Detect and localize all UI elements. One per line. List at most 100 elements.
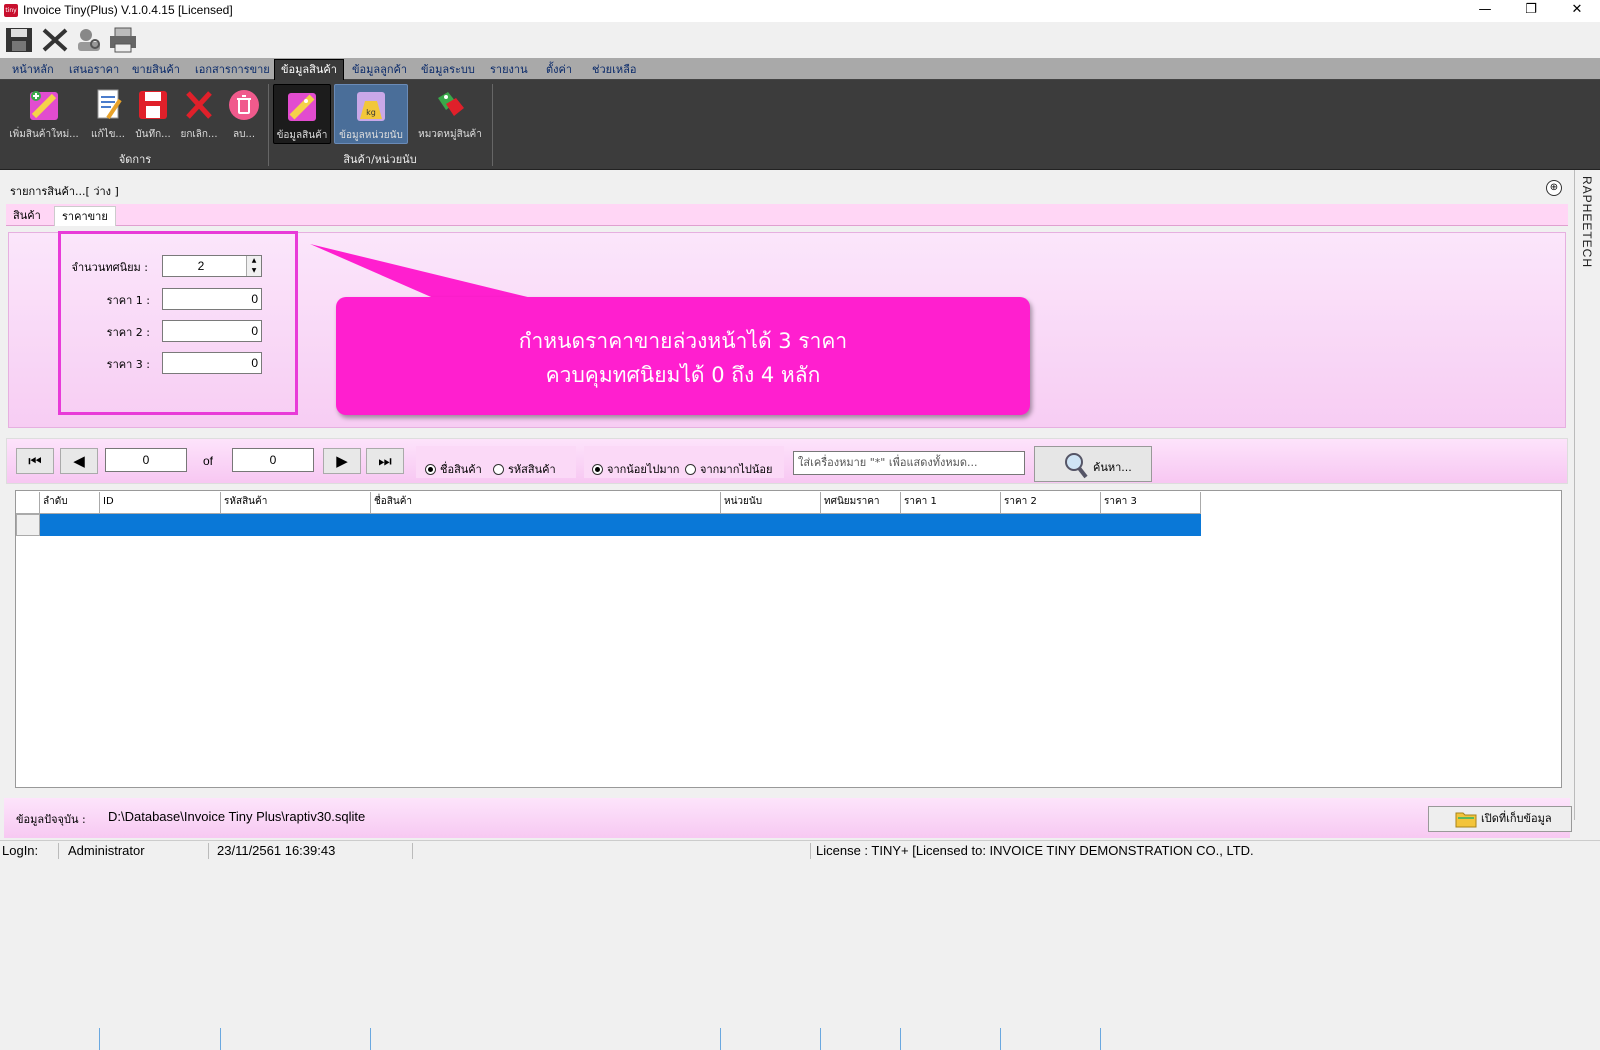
tab-product[interactable]: สินค้า (6, 206, 48, 226)
product-tag-icon (288, 93, 316, 121)
tab-system-data[interactable]: ข้อมูลระบบ (415, 60, 481, 80)
tab-sales-documents[interactable]: เอกสารการขาย (189, 60, 276, 80)
grid-cell[interactable] (1101, 1028, 1201, 1050)
row-header[interactable] (16, 514, 40, 536)
tab-selling-price[interactable]: ราคาขาย (54, 206, 116, 226)
column-header-unit[interactable]: หน่วยนับ (721, 492, 821, 514)
maximize-button[interactable]: ❐ (1508, 0, 1554, 22)
database-info-bar: ข้อมูลปัจจุบัน : D:\Database\Invoice Tin… (4, 798, 1570, 838)
callout-line1: กำหนดราคาขายล่วงหน้าได้ 3 ราคา (518, 329, 848, 353)
save-record-button[interactable]: บันทึก... (132, 84, 174, 144)
side-rail: RAPHEETECH (1574, 170, 1600, 820)
grid-cell[interactable] (371, 1028, 721, 1050)
page-number-input[interactable]: 0 (105, 448, 187, 472)
grid-cell[interactable] (901, 1028, 1001, 1050)
tab-home[interactable]: หน้าหลัก (6, 60, 60, 80)
tab-sales[interactable]: ขายสินค้า (126, 60, 186, 80)
radio-dot-icon (685, 464, 696, 475)
logged-in-user: Administrator (68, 843, 145, 858)
tab-help[interactable]: ช่วยเหลือ (586, 60, 642, 80)
status-bar: LogIn: Administrator 23/11/2561 16:39:43… (0, 840, 1600, 860)
save-icon[interactable] (4, 26, 34, 54)
radio-dot-icon (493, 464, 504, 475)
tab-settings[interactable]: ตั้งค่า (540, 60, 578, 80)
radio-product-name[interactable]: ชื่อสินค้า (425, 460, 482, 478)
spin-up-icon[interactable]: ▲ (247, 256, 261, 266)
trash-icon (229, 90, 259, 120)
product-category-button[interactable]: หมวดหมู่สินค้า (412, 84, 488, 144)
radio-dot-icon (592, 464, 603, 475)
collapse-icon[interactable]: ⊕ (1546, 180, 1562, 196)
save-disk-icon (139, 91, 167, 119)
price3-field[interactable]: 0 (162, 352, 262, 374)
price2-label: ราคา 2 : (106, 326, 150, 339)
column-header-product-code[interactable]: รหัสสินค้า (221, 492, 371, 514)
column-header-price2[interactable]: ราคา 2 (1001, 492, 1101, 514)
price2-field[interactable]: 0 (162, 320, 262, 342)
ribbon-group-manage-label: จัดการ (118, 153, 152, 166)
quick-toolbar (0, 22, 1600, 58)
decimals-spin-buttons[interactable]: ▲ ▼ (246, 256, 261, 276)
magnifier-icon (1065, 453, 1088, 479)
first-record-icon[interactable]: ⏮ (16, 448, 54, 474)
tab-product-data[interactable]: ข้อมูลสินค้า (274, 59, 344, 80)
callout-line2: ควบคุมทศนิยมได้ 0 ถึง 4 หลัก (545, 363, 821, 387)
panel-header: รายการสินค้า...[ ว่าง ] (4, 178, 1570, 200)
ribbon: เพิ่มสินค้าใหม่... แก้ไข... บันทึก... ยก… (0, 80, 1600, 170)
column-header-price1[interactable]: ราคา 1 (901, 492, 1001, 514)
unit-data-button[interactable]: kg ข้อมูลหน่วยนับ (334, 84, 408, 144)
login-label: LogIn: (2, 843, 39, 858)
feature-callout: กำหนดราคาขายล่วงหน้าได้ 3 ราคา ควบคุมทศน… (336, 297, 1030, 415)
title-bar: tiny Invoice Tiny(Plus) V.1.0.4.15 [Lice… (0, 0, 1600, 22)
cancel-x-icon (186, 91, 212, 119)
ribbon-separator (492, 84, 493, 166)
grid-cell[interactable] (1001, 1028, 1101, 1050)
current-db-path: D:\Database\Invoice Tiny Plus\raptiv30.s… (108, 809, 366, 824)
app-logo-icon: tiny (4, 4, 18, 17)
spin-down-icon[interactable]: ▼ (247, 266, 261, 276)
radio-ascending[interactable]: จากน้อยไปมาก (592, 460, 679, 478)
table-row[interactable] (40, 514, 1201, 1050)
open-data-folder-button[interactable]: เปิดที่เก็บข้อมูล (1428, 806, 1572, 832)
radio-product-code[interactable]: รหัสสินค้า (493, 460, 556, 478)
close-button[interactable]: ✕ (1554, 0, 1600, 22)
delete-button[interactable]: ลบ... (224, 84, 264, 144)
column-header-price-decimals[interactable]: ทศนิยมราคา (821, 492, 901, 514)
grid-cell[interactable] (821, 1028, 901, 1050)
add-product-icon (30, 91, 58, 120)
edit-button[interactable]: แก้ไข... (88, 84, 128, 144)
price1-field[interactable]: 0 (162, 288, 262, 310)
tab-customer-data[interactable]: ข้อมูลลูกค้า (346, 60, 413, 80)
status-separator (412, 843, 413, 859)
column-header-seq[interactable]: ลำดับ (40, 492, 100, 514)
total-pages-field: 0 (232, 448, 314, 472)
last-record-icon[interactable]: ⏭ (366, 448, 404, 474)
tab-reports[interactable]: รายงาน (484, 60, 534, 80)
grid-cell[interactable] (221, 1028, 371, 1050)
cancel-icon[interactable] (40, 26, 70, 54)
next-record-icon[interactable]: ▶ (323, 448, 361, 474)
search-button[interactable]: ค้นหา... (1034, 446, 1152, 482)
add-product-button[interactable]: เพิ่มสินค้าใหม่... (6, 84, 82, 144)
grid-cell[interactable] (721, 1028, 821, 1050)
grid-cell[interactable] (100, 1028, 221, 1050)
ribbon-separator (268, 84, 269, 166)
brand-vertical-text: RAPHEETECH (1580, 176, 1594, 269)
product-data-button[interactable]: ข้อมูลสินค้า (273, 84, 331, 144)
print-icon[interactable] (108, 26, 138, 54)
column-header-product-name[interactable]: ชื่อสินค้า (371, 492, 721, 514)
column-header-id[interactable]: ID (100, 492, 221, 514)
license-info: License : TINY+ [Licensed to: INVOICE TI… (816, 843, 1254, 858)
minimize-button[interactable]: — (1462, 0, 1508, 22)
tab-quotation[interactable]: เสนอราคา (63, 60, 125, 80)
search-input[interactable]: ใส่เครื่องหมาย "*" เพื่อแสดงทั้งหมด... (793, 451, 1025, 475)
radio-descending[interactable]: จากมากไปน้อย (685, 460, 772, 478)
user-search-icon[interactable] (74, 26, 104, 54)
column-header-price3[interactable]: ราคา 3 (1101, 492, 1201, 514)
cancel-edit-button[interactable]: ยกเลิก... (178, 84, 220, 144)
prev-record-icon[interactable]: ◀ (60, 448, 98, 474)
svg-text:kg: kg (366, 108, 376, 117)
grid-cell[interactable] (40, 1028, 100, 1050)
price3-label: ราคา 3 : (106, 358, 150, 371)
of-label: of (203, 454, 214, 468)
